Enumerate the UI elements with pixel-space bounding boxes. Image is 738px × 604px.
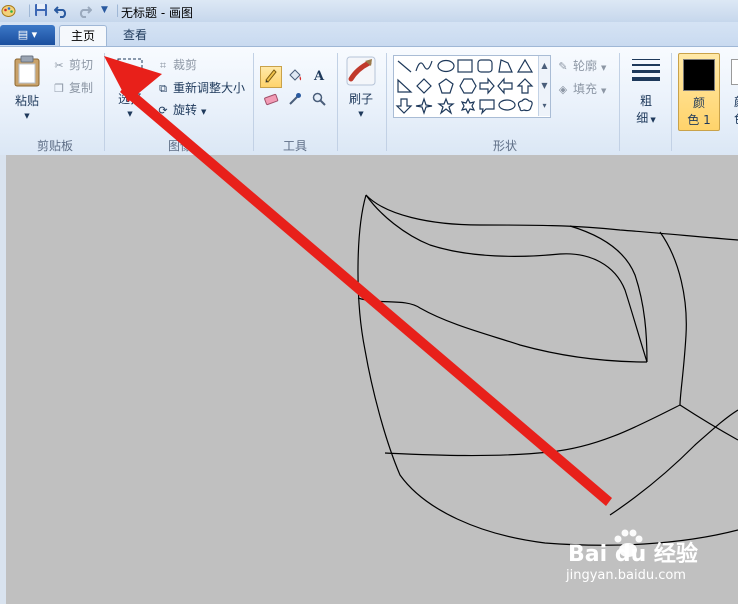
leaf-lower-right-vein xyxy=(609,409,738,516)
leaf-vein-right xyxy=(569,225,648,363)
leaf-vein-far-right xyxy=(659,231,687,406)
leaf-top-edge xyxy=(365,194,738,241)
leaf-lower-vein xyxy=(384,404,738,457)
leaf-outer-left-edge xyxy=(357,194,738,546)
arrow-shaft xyxy=(120,84,612,506)
arrow-head xyxy=(104,56,162,102)
leaf-sketch xyxy=(357,194,738,546)
watermark-brand: Bai du 经验 xyxy=(568,542,698,567)
drawing-layer xyxy=(104,56,738,546)
baidu-watermark: Bai du 经验 jingyan.baidu.com xyxy=(560,529,720,590)
watermark-url: jingyan.baidu.com xyxy=(566,568,686,583)
